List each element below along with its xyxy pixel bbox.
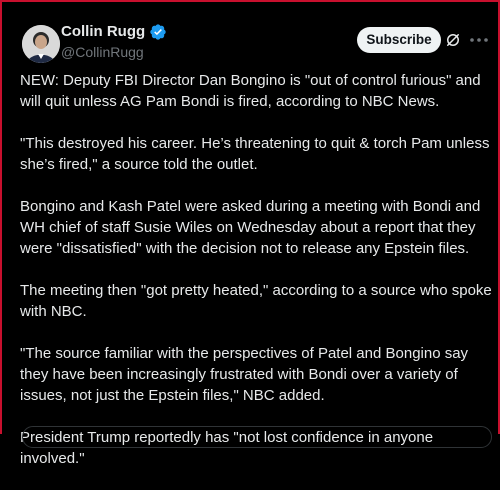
- more-options-icon[interactable]: [467, 28, 491, 52]
- media-card-edge: [22, 426, 492, 448]
- post-paragraph: "This destroyed his career. He’s threate…: [20, 135, 490, 173]
- post-paragraph: "The source familiar with the perspectiv…: [20, 345, 469, 404]
- avatar[interactable]: [22, 25, 60, 63]
- verified-badge-icon: [150, 24, 166, 40]
- grok-icon[interactable]: [444, 31, 462, 49]
- subscribe-button[interactable]: Subscribe: [357, 27, 441, 53]
- author-name[interactable]: Collin Rugg: [61, 22, 145, 42]
- post: Collin Rugg @CollinRugg Subscribe NEW: D…: [2, 2, 498, 467]
- author-name-row: Collin Rugg: [61, 22, 167, 42]
- post-paragraph: NEW: Deputy FBI Director Dan Bongino is …: [20, 72, 481, 110]
- post-paragraph: Bongino and Kash Patel were asked during…: [20, 198, 481, 257]
- avatar-image: [22, 25, 60, 63]
- author-handle[interactable]: @CollinRugg: [61, 43, 144, 61]
- post-paragraph: The meeting then "got pretty heated," ac…: [20, 282, 492, 320]
